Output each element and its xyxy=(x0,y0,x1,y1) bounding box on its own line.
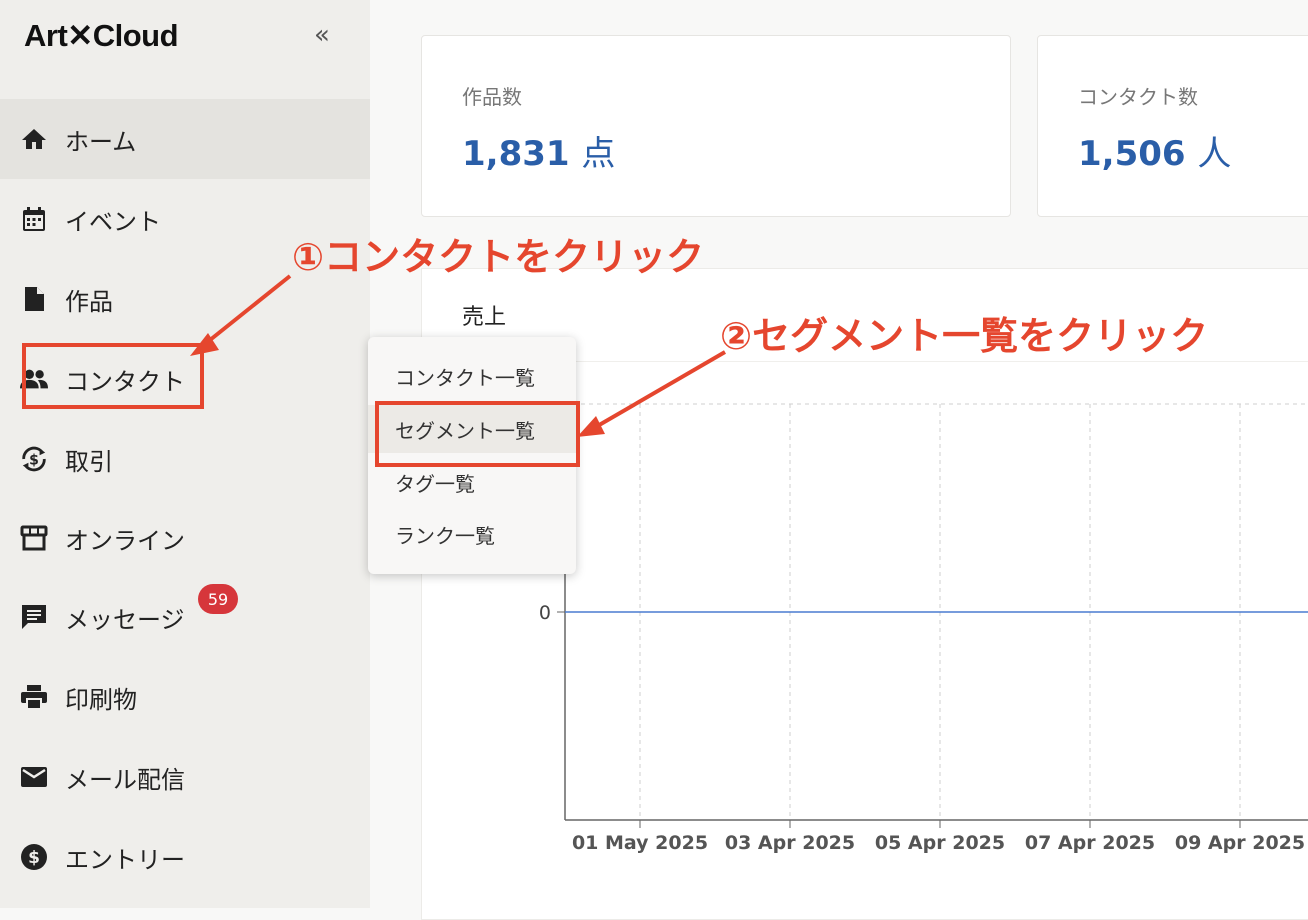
menu-item-rank-list[interactable]: ランク一覧 xyxy=(368,510,576,558)
sidebar-item-label: オンライン xyxy=(65,526,185,555)
printer-icon xyxy=(20,684,48,710)
menu-item-contact-list[interactable]: コンタクト一覧 xyxy=(368,352,576,400)
sidebar-item-label: 取引 xyxy=(65,447,113,476)
sidebar-item-label: 作品 xyxy=(65,287,113,316)
dollar-circle-icon: $ xyxy=(20,844,48,870)
sidebar-item-label: イベント xyxy=(65,207,161,236)
dollar-cycle-icon: $ xyxy=(20,446,48,472)
x-tick-label: 07 Apr 2025 xyxy=(1025,832,1155,854)
stat-card-contacts: コンタクト数 1,506 人 xyxy=(1037,35,1308,217)
sidebar-item-messages[interactable]: メッセージ xyxy=(0,577,370,657)
panel-title: 売上 xyxy=(462,305,507,330)
unread-count-badge: 59 xyxy=(198,584,238,614)
stat-label: 作品数 xyxy=(462,85,522,109)
x-tick-label: 03 Apr 2025 xyxy=(725,832,855,854)
sidebar-item-prints[interactable]: 印刷物 xyxy=(0,657,370,737)
sidebar-item-label: メッセージ xyxy=(65,605,185,634)
sidebar: Art✕Cloud « ホーム イベント 作品 コンタクト $ 取引 オンライン… xyxy=(0,0,370,908)
highlight-box-contacts xyxy=(22,343,204,409)
sidebar-item-entry[interactable]: $ エントリー xyxy=(0,817,370,897)
svg-text:$: $ xyxy=(28,848,40,868)
sidebar-item-label: エントリー xyxy=(65,845,185,874)
mail-icon xyxy=(20,764,48,790)
annotation-step1: ①コンタクトをクリック xyxy=(292,235,705,279)
store-icon xyxy=(20,525,48,551)
stat-value: 1,506 人 xyxy=(1078,134,1232,174)
annotation-step2: ②セグメント一覧をクリック xyxy=(720,314,1209,358)
sidebar-item-home[interactable]: ホーム xyxy=(0,99,370,179)
home-icon xyxy=(20,126,48,152)
sidebar-item-label: 印刷物 xyxy=(65,685,137,714)
sidebar-item-label: ホーム xyxy=(65,127,137,156)
sidebar-item-transactions[interactable]: $ 取引 xyxy=(0,419,370,499)
document-icon xyxy=(20,286,48,312)
svg-text:$: $ xyxy=(29,453,39,469)
stat-label: コンタクト数 xyxy=(1078,85,1198,109)
stat-value: 1,831 点 xyxy=(462,134,616,174)
sidebar-item-label: メール配信 xyxy=(65,765,185,794)
sidebar-item-mail[interactable]: メール配信 xyxy=(0,737,370,817)
stat-card-works: 作品数 1,831 点 xyxy=(421,35,1011,217)
x-tick-label: 01 May 2025 xyxy=(572,832,708,854)
collapse-sidebar-icon[interactable]: « xyxy=(314,20,330,50)
x-tick-label: 05 Apr 2025 xyxy=(875,832,1005,854)
y-tick-label: 0 xyxy=(539,602,551,624)
message-icon xyxy=(20,604,48,630)
x-tick-label: 09 Apr 2025 xyxy=(1175,832,1305,854)
highlight-box-segments xyxy=(375,401,580,467)
sidebar-item-online[interactable]: オンライン xyxy=(0,498,370,578)
app-logo[interactable]: Art✕Cloud xyxy=(24,18,179,54)
calendar-icon xyxy=(20,206,48,232)
